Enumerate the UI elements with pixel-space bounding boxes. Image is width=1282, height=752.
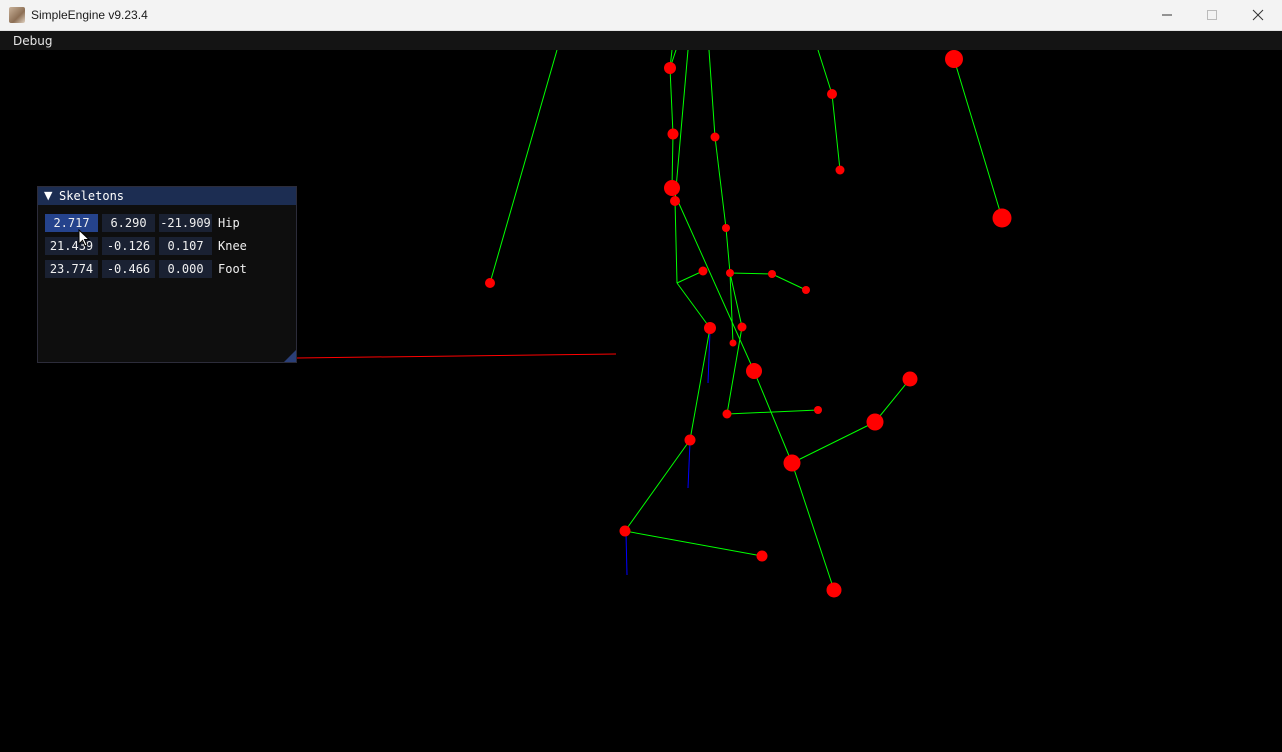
foot-z-field[interactable]: 0.000 — [159, 260, 212, 278]
joint — [722, 409, 732, 419]
maximize-icon — [1207, 10, 1217, 20]
joint — [827, 89, 837, 99]
joint — [684, 434, 696, 446]
joint — [756, 550, 768, 562]
bone — [708, 50, 716, 138]
bone — [689, 327, 711, 441]
joint — [835, 165, 845, 175]
joint — [722, 224, 730, 232]
bone — [831, 93, 841, 171]
maximize-button[interactable] — [1189, 0, 1235, 31]
bone — [725, 227, 731, 274]
bone — [791, 462, 835, 591]
foot-x-field[interactable]: 23.774 — [45, 260, 98, 278]
resize-grip[interactable] — [284, 350, 296, 362]
joint — [670, 196, 680, 206]
z-axis-line — [625, 532, 628, 576]
skeleton-joints — [485, 50, 1012, 598]
hip-y-field[interactable]: 6.290 — [102, 214, 155, 232]
close-icon — [1252, 9, 1264, 21]
skeletons-panel[interactable]: ▼ Skeletons 2.717 6.290 -21.909 Hip 21.4… — [37, 186, 297, 363]
joint — [704, 322, 716, 334]
bone — [669, 67, 674, 135]
close-button[interactable] — [1235, 0, 1281, 31]
window-title: SimpleEngine v9.23.4 — [31, 8, 148, 22]
menu-bar: Debug — [0, 31, 1282, 50]
joint — [945, 50, 963, 68]
bone — [817, 50, 833, 95]
menu-debug[interactable]: Debug — [13, 34, 52, 48]
axis-lines — [296, 330, 711, 576]
joint — [729, 339, 737, 347]
bone — [671, 133, 674, 189]
joint — [902, 371, 918, 387]
knee-z-field[interactable]: 0.107 — [159, 237, 212, 255]
bone — [771, 273, 807, 291]
mouse-cursor-icon — [78, 229, 91, 247]
bone — [674, 50, 689, 201]
minimize-icon — [1162, 14, 1172, 16]
bone — [953, 58, 1003, 219]
z-axis-line — [687, 441, 691, 489]
bone — [624, 439, 691, 532]
joint — [826, 582, 842, 598]
bone — [726, 409, 819, 415]
joint — [726, 269, 734, 277]
scene-viewport[interactable] — [0, 50, 1282, 752]
bone — [714, 136, 727, 229]
joint — [664, 62, 676, 74]
bone — [674, 199, 678, 284]
foot-label: Foot — [218, 262, 247, 276]
app-icon — [9, 7, 25, 23]
skeleton-bones — [489, 50, 1003, 591]
joint — [619, 525, 631, 537]
hip-label: Hip — [218, 216, 240, 230]
bone — [729, 272, 773, 275]
panel-title: Skeletons — [59, 189, 125, 203]
foot-y-field[interactable]: -0.466 — [102, 260, 155, 278]
bone — [791, 421, 876, 464]
panel-titlebar[interactable]: ▼ Skeletons — [38, 187, 296, 205]
minimize-button[interactable] — [1144, 0, 1190, 31]
window-titlebar[interactable]: SimpleEngine v9.23.4 — [0, 0, 1282, 31]
joint — [768, 270, 776, 278]
joint — [485, 278, 495, 288]
collapse-triangle-icon[interactable]: ▼ — [44, 189, 52, 202]
bone — [676, 282, 711, 329]
joint — [783, 454, 801, 472]
knee-y-field[interactable]: -0.126 — [102, 237, 155, 255]
hip-z-field[interactable]: -21.909 — [159, 214, 212, 232]
x-axis-line — [296, 353, 617, 359]
joint — [667, 128, 679, 140]
joint — [664, 180, 680, 196]
bone — [489, 50, 558, 284]
joint — [698, 266, 708, 276]
joint — [802, 286, 810, 294]
joint — [710, 132, 720, 142]
joint — [814, 406, 822, 414]
joint — [866, 413, 884, 431]
bone — [753, 370, 793, 464]
knee-label: Knee — [218, 239, 247, 253]
joint — [746, 363, 762, 379]
bone — [624, 530, 763, 557]
joint — [737, 322, 747, 332]
joint — [992, 208, 1012, 228]
